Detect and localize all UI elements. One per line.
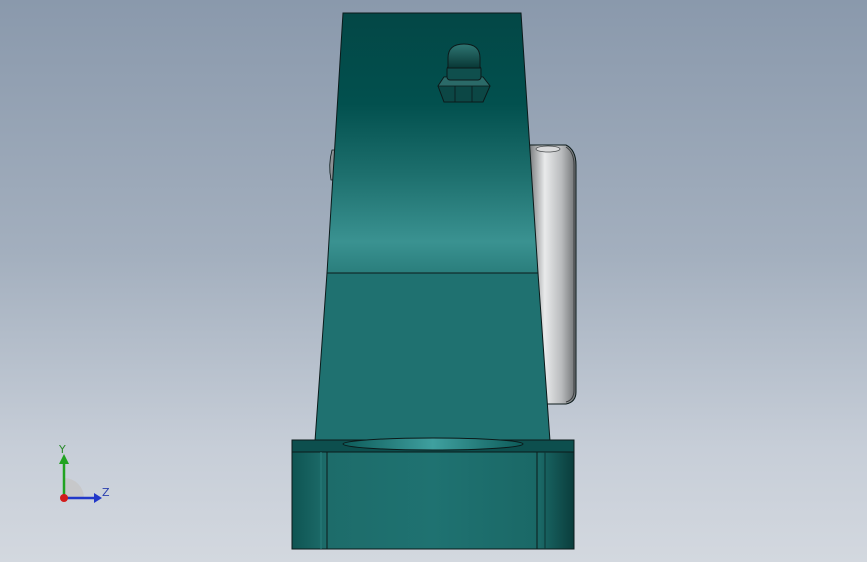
cad-graphics-viewport[interactable]: Y Z — [0, 0, 867, 562]
base-seat — [342, 437, 524, 451]
pillow-block-bearing-model[interactable] — [0, 0, 867, 562]
coordinate-triad: Y Z — [50, 440, 120, 510]
housing-base — [291, 437, 575, 550]
z-axis-label: Z — [102, 486, 110, 499]
housing-upper — [326, 12, 539, 274]
housing-lower — [314, 272, 551, 442]
y-axis-label: Y — [59, 443, 66, 456]
